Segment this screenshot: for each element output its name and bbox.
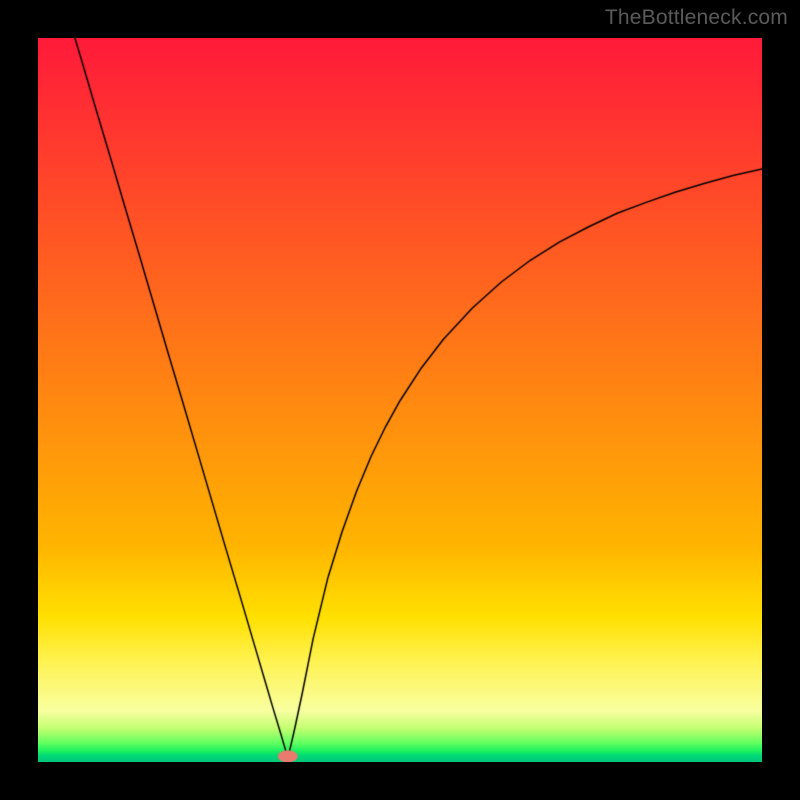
watermark-text: TheBottleneck.com	[605, 6, 788, 30]
curve-layer	[38, 38, 762, 762]
chart-frame: TheBottleneck.com	[0, 0, 800, 800]
plot-area	[38, 38, 762, 762]
